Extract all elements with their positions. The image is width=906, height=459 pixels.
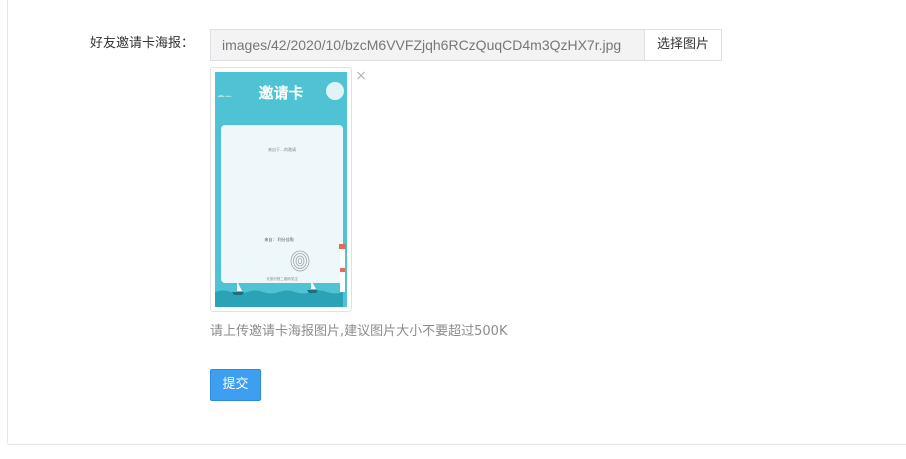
poster-preview-image: 邀请卡 来自于…的邀请 来自： 利分佳购 长按识别二维码关注: [215, 72, 347, 307]
poster-mid-line: 来自： 利分佳购: [264, 236, 293, 242]
lighthouse-icon: [339, 244, 346, 292]
moon-icon: [326, 82, 344, 100]
upload-help-text: 请上传邀请卡海报图片,建议图片大小不要超过500K: [210, 324, 508, 339]
poster-title: 邀请卡: [258, 84, 303, 102]
remove-image-icon[interactable]: ×: [354, 69, 368, 83]
submit-button[interactable]: 提交: [210, 369, 261, 401]
poster-bottom-line: 长按识别二维码关注: [266, 276, 298, 281]
poster-path-input[interactable]: [210, 29, 645, 61]
form-panel: 好友邀请卡海报： 选择图片 邀请卡 来自于…的邀请 来自： 利分佳购 长按识别二…: [7, 0, 906, 445]
poster-field-label: 好友邀请卡海报：: [89, 36, 194, 51]
poster-top-line: 来自于…的邀请: [268, 146, 296, 152]
poster-thumbnail: 邀请卡 来自于…的邀请 来自： 利分佳购 长按识别二维码关注: [210, 67, 352, 312]
choose-image-button[interactable]: 选择图片: [644, 29, 722, 61]
